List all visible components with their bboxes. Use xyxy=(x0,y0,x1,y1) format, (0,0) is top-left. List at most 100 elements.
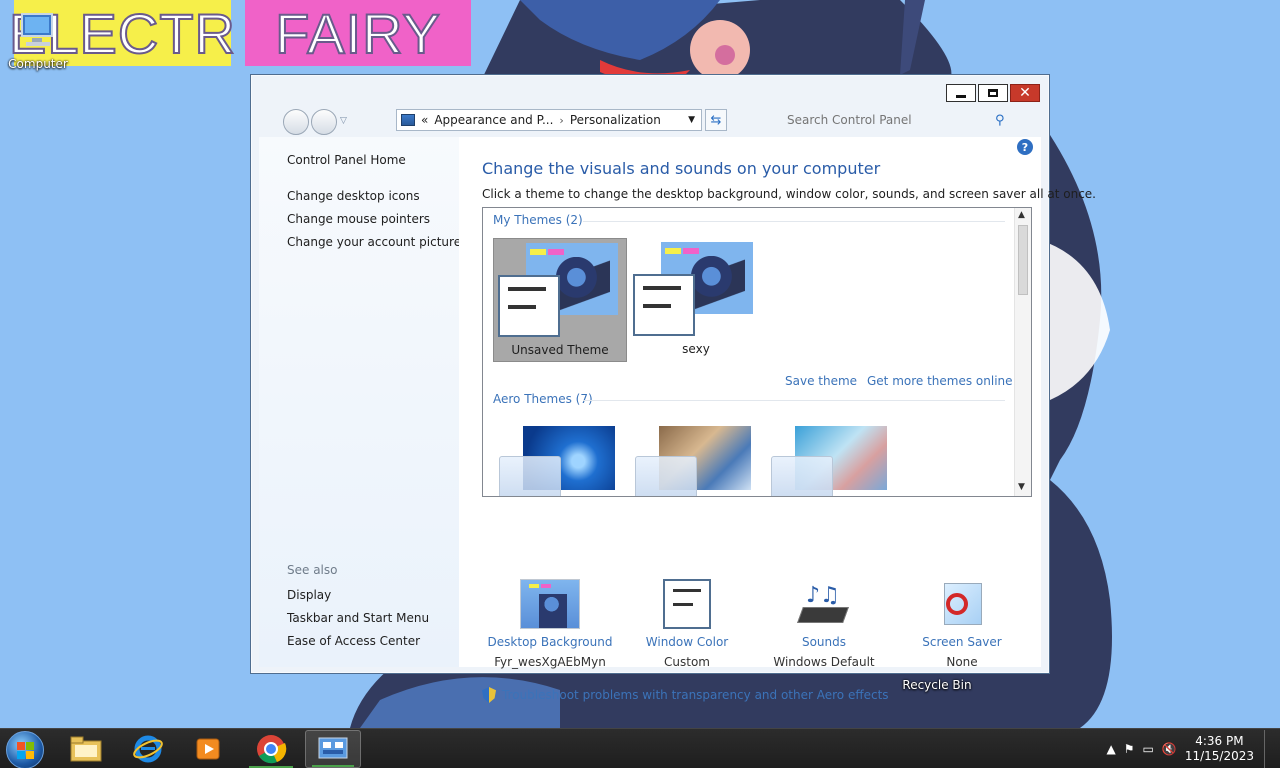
refresh-button[interactable]: ⇆ xyxy=(705,109,727,131)
taskbar-control-panel[interactable] xyxy=(305,730,361,768)
caption-buttons: ✕ xyxy=(944,84,1040,102)
desktop-icon-label: Recycle Bin xyxy=(902,678,972,692)
desktop-icon-computer[interactable]: Computer xyxy=(0,8,78,71)
scroll-up-icon[interactable]: ▲ xyxy=(1018,210,1025,220)
group-divider xyxy=(583,400,1005,401)
aero-theme-architecture[interactable] xyxy=(631,418,765,496)
screen-saver-icon xyxy=(932,579,992,629)
taskbar-internet-explorer[interactable] xyxy=(120,730,176,768)
desktop-icon-label: Computer xyxy=(8,57,68,71)
start-button[interactable] xyxy=(6,731,44,768)
refresh-icon: ⇆ xyxy=(710,112,722,128)
sounds-setting[interactable]: ♪♫ Sounds Windows Default xyxy=(759,579,889,669)
theme-tile-unsaved[interactable]: Unsaved Theme xyxy=(493,238,627,362)
folder-icon xyxy=(70,736,102,762)
setting-title[interactable]: Window Color xyxy=(622,635,752,649)
theme-tile-sexy[interactable]: sexy xyxy=(629,238,763,362)
themes-list: My Themes (2) Unsaved Theme sexy Save th… xyxy=(482,207,1032,497)
get-more-themes-link[interactable]: Get more themes online xyxy=(867,374,1013,388)
shield-icon xyxy=(482,687,496,703)
recent-pages-dropdown[interactable]: ▽ xyxy=(340,116,347,126)
aero-themes-heading[interactable]: Aero Themes (7) xyxy=(493,392,593,406)
breadcrumb-overflow[interactable]: « xyxy=(421,113,428,127)
theme-window-preview xyxy=(771,456,833,496)
minimize-button[interactable] xyxy=(946,84,976,102)
close-icon: ✕ xyxy=(1019,85,1031,101)
breadcrumb-parent[interactable]: Appearance and P... xyxy=(434,113,553,127)
window-color-setting[interactable]: Window Color Custom xyxy=(622,579,752,669)
address-bar[interactable]: « Appearance and P... › Personalization … xyxy=(396,109,702,131)
change-desktop-icons-link[interactable]: Change desktop icons xyxy=(287,189,420,203)
control-panel-icon xyxy=(318,737,348,759)
setting-title[interactable]: Screen Saver xyxy=(897,635,1027,649)
network-icon[interactable]: ▭ xyxy=(1143,742,1154,756)
taskbar-start-menu-link[interactable]: Taskbar and Start Menu xyxy=(287,611,429,625)
chrome-icon xyxy=(257,735,287,764)
minimize-icon xyxy=(956,94,966,98)
save-theme-link[interactable]: Save theme xyxy=(785,374,857,388)
scroll-down-icon[interactable]: ▼ xyxy=(1018,482,1025,492)
breadcrumb-current[interactable]: Personalization xyxy=(570,113,661,127)
action-center-flag-icon[interactable]: ⚑ xyxy=(1124,742,1135,756)
forward-button[interactable] xyxy=(311,109,337,135)
theme-window-preview xyxy=(499,456,561,496)
page-description: Click a theme to change the desktop back… xyxy=(482,187,1096,201)
control-panel-icon xyxy=(401,114,415,126)
theme-window-preview xyxy=(633,274,695,336)
search-input[interactable] xyxy=(779,113,989,127)
ease-of-access-link[interactable]: Ease of Access Center xyxy=(287,634,420,648)
help-icon: ? xyxy=(1021,140,1029,154)
computer-icon xyxy=(0,8,78,55)
volume-muted-icon[interactable]: 🔇 xyxy=(1162,742,1177,756)
clock-date: 11/15/2023 xyxy=(1184,749,1254,763)
setting-title[interactable]: Sounds xyxy=(759,635,889,649)
main-content: ? Change the visuals and sounds on your … xyxy=(459,137,1096,703)
clock[interactable]: 4:36 PM 11/15/2023 xyxy=(1185,734,1254,764)
theme-window-preview xyxy=(635,456,697,496)
setting-value: Fyr_wesXgAEbMyn xyxy=(494,655,606,669)
display-link[interactable]: Display xyxy=(287,588,331,602)
search-icon[interactable]: ⚲ xyxy=(995,113,1005,128)
setting-value: None xyxy=(946,655,978,669)
troubleshoot-link[interactable]: Troubleshoot problems with transparency … xyxy=(482,687,889,703)
aero-theme-characters[interactable] xyxy=(767,418,901,496)
chevron-right-icon[interactable]: › xyxy=(559,114,563,127)
my-themes-heading[interactable]: My Themes (2) xyxy=(493,213,583,227)
see-also-heading: See also xyxy=(287,563,338,577)
theme-name: Unsaved Theme xyxy=(511,343,609,357)
change-account-picture-link[interactable]: Change your account picture xyxy=(287,235,461,249)
chevron-down-icon[interactable]: ▼ xyxy=(688,115,695,125)
theme-window-preview xyxy=(498,275,560,337)
setting-title[interactable]: Desktop Background xyxy=(485,635,615,649)
windows-logo-icon xyxy=(17,742,35,760)
close-button[interactable]: ✕ xyxy=(1010,84,1040,102)
change-mouse-pointers-link[interactable]: Change mouse pointers xyxy=(287,212,430,226)
scrollbar-thumb[interactable] xyxy=(1018,225,1028,295)
screen-saver-setting[interactable]: Screen Saver None xyxy=(897,579,1027,669)
sounds-icon: ♪♫ xyxy=(794,579,854,629)
setting-value: Windows Default xyxy=(773,655,875,669)
themes-scrollbar[interactable]: ▲ ▼ xyxy=(1014,208,1031,496)
taskbar-chrome[interactable] xyxy=(243,730,299,768)
search-box[interactable]: ⚲ xyxy=(779,109,1023,131)
show-desktop-button[interactable] xyxy=(1264,730,1274,768)
maximize-icon xyxy=(988,89,998,97)
back-button[interactable] xyxy=(283,109,309,135)
help-button[interactable]: ? xyxy=(1017,139,1033,155)
control-panel-home-link[interactable]: Control Panel Home xyxy=(287,153,406,167)
clock-time: 4:36 PM xyxy=(1195,734,1244,748)
maximize-button[interactable] xyxy=(978,84,1008,102)
media-player-icon xyxy=(196,738,220,760)
taskbar-explorer[interactable] xyxy=(58,730,114,768)
page-title: Change the visuals and sounds on your co… xyxy=(482,159,881,178)
show-hidden-icons-icon[interactable]: ▲ xyxy=(1107,742,1116,756)
theme-name: sexy xyxy=(682,342,710,356)
aero-theme-windows[interactable] xyxy=(495,418,629,496)
setting-value: Custom xyxy=(664,655,710,669)
navigation-toolbar: ▽ « Appearance and P... › Personalizatio… xyxy=(259,107,1041,137)
desktop-background-setting[interactable]: Desktop Background Fyr_wesXgAEbMyn xyxy=(485,579,615,669)
taskbar-media-player[interactable] xyxy=(180,730,236,768)
desktop-background-icon xyxy=(520,579,580,629)
left-nav-pane: Control Panel Home Change desktop icons … xyxy=(259,137,461,667)
taskbar: ▲ ⚑ ▭ 🔇 4:36 PM 11/15/2023 xyxy=(0,728,1280,768)
